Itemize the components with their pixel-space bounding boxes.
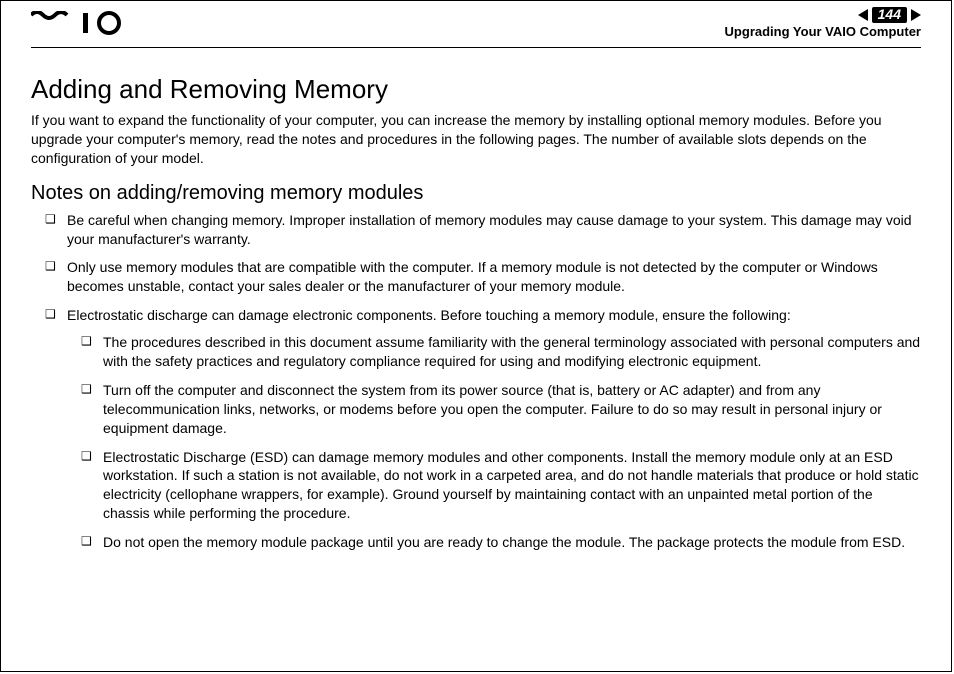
header-right: 144 Upgrading Your VAIO Computer (725, 7, 921, 39)
list-item: Turn off the computer and disconnect the… (67, 381, 921, 438)
page-title: Adding and Removing Memory (31, 74, 921, 105)
list-item: Do not open the memory module package un… (67, 533, 921, 552)
section-title: Upgrading Your VAIO Computer (725, 25, 921, 39)
page-navigator: 144 (725, 7, 921, 22)
notes-sublist: The procedures described in this documen… (67, 333, 921, 552)
list-item: The procedures described in this documen… (67, 333, 921, 371)
next-page-arrow-icon[interactable] (911, 9, 921, 21)
list-item: Electrostatic discharge can damage elect… (31, 306, 921, 552)
page-number: 144 (872, 7, 907, 22)
intro-paragraph: If you want to expand the functionality … (31, 111, 921, 168)
list-item: Only use memory modules that are compati… (31, 258, 921, 296)
header-rule (31, 47, 921, 48)
list-item: Electrostatic Discharge (ESD) can damage… (67, 448, 921, 524)
list-item-text: Electrostatic discharge can damage elect… (67, 307, 791, 323)
page-frame: 144 Upgrading Your VAIO Computer Adding … (0, 0, 952, 672)
prev-page-arrow-icon[interactable] (858, 9, 868, 21)
list-item: Be careful when changing memory. Imprope… (31, 211, 921, 249)
vaio-logo-icon (31, 11, 141, 35)
notes-list: Be careful when changing memory. Imprope… (31, 211, 921, 552)
subsection-title: Notes on adding/removing memory modules (31, 182, 921, 205)
page-header: 144 Upgrading Your VAIO Computer (31, 1, 921, 45)
